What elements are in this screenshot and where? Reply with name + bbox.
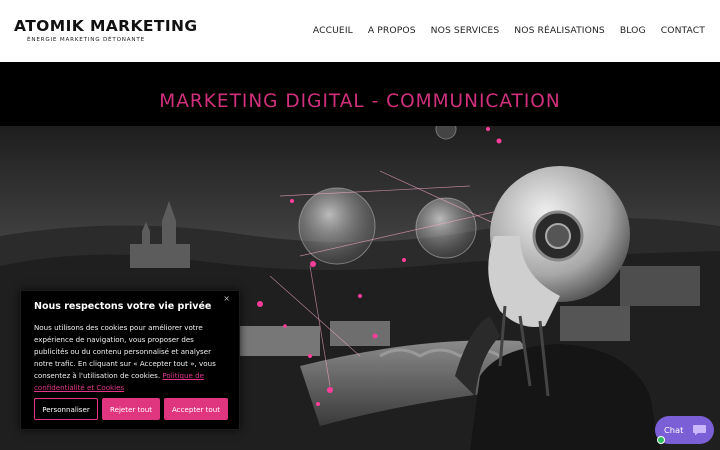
- chat-label: Chat: [664, 425, 684, 435]
- customize-button[interactable]: Personnaliser: [34, 398, 98, 420]
- cookie-dialog-text: Nous utilisons des cookies pour améliore…: [34, 322, 226, 394]
- hero-banner: MARKETING DIGITAL - COMMUNICATION: [0, 62, 720, 126]
- logo-title: ATOMIK MARKETING: [14, 17, 198, 35]
- nav-item-a-propos[interactable]: A PROPOS: [368, 25, 416, 36]
- nav-item-nos-realisations[interactable]: NOS RÉALISATIONS: [514, 25, 605, 36]
- reject-all-button[interactable]: Rejeter tout: [102, 398, 160, 420]
- chat-bubble-icon: [693, 425, 706, 436]
- accept-all-button[interactable]: Accepter tout: [164, 398, 228, 420]
- online-status-dot: [657, 436, 665, 444]
- cookie-consent-dialog: Nous respectons votre vie privée × Nous …: [20, 290, 240, 430]
- cookie-buttons: Personnaliser Rejeter tout Accepter tout: [34, 398, 228, 420]
- nav-item-accueil[interactable]: ACCUEIL: [313, 25, 353, 36]
- site-header: ATOMIK MARKETING ÉNERGIE MARKETING DÉTON…: [0, 0, 720, 62]
- main-nav: ACCUEIL A PROPOS NOS SERVICES NOS RÉALIS…: [313, 25, 705, 36]
- cookie-dialog-title: Nous respectons votre vie privée: [34, 301, 212, 312]
- nav-item-nos-services[interactable]: NOS SERVICES: [431, 25, 500, 36]
- logo-tagline: ÉNERGIE MARKETING DÉTONANTE: [27, 37, 145, 43]
- logo[interactable]: ATOMIK MARKETING ÉNERGIE MARKETING DÉTON…: [14, 17, 198, 43]
- close-icon[interactable]: ×: [223, 294, 230, 303]
- nav-item-contact[interactable]: CONTACT: [661, 25, 705, 36]
- page-title: MARKETING DIGITAL - COMMUNICATION: [159, 91, 561, 112]
- nav-item-blog[interactable]: BLOG: [620, 25, 646, 36]
